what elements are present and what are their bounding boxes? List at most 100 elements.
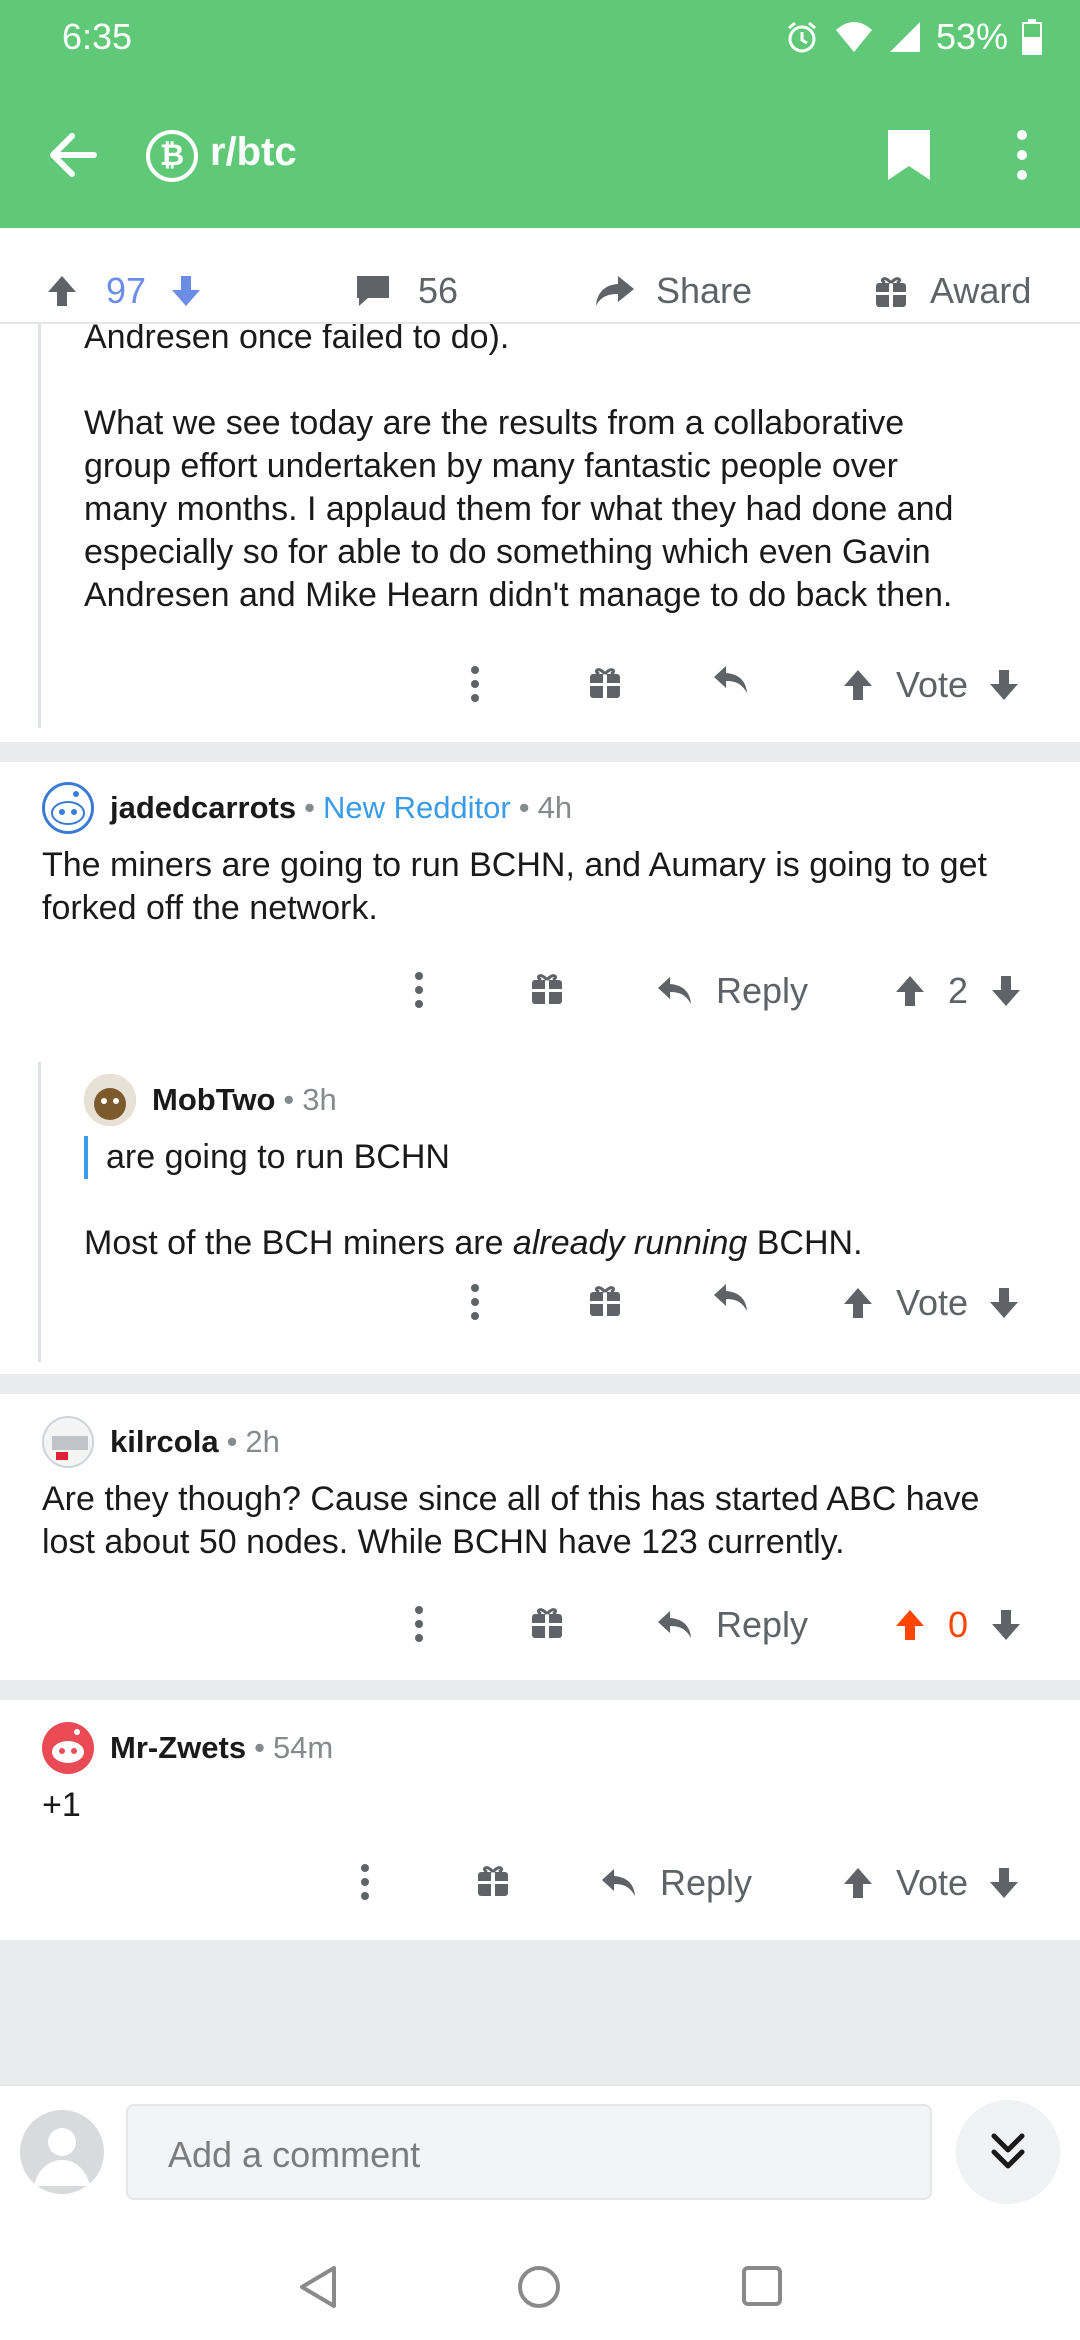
more-options-button[interactable] [358, 1862, 372, 1902]
status-bar: 6:35 53% [0, 0, 1080, 80]
upvote-icon[interactable] [44, 273, 80, 309]
more-options-button[interactable] [1010, 128, 1034, 182]
author-name[interactable]: jadedcarrots [110, 790, 296, 826]
comment-card: Mr-Zwets • 54m +1 Reply Vote [0, 1700, 1080, 1940]
my-avatar[interactable] [20, 2110, 104, 2194]
reply-button[interactable] [712, 664, 750, 696]
signal-icon [888, 20, 922, 54]
add-comment-bar: Add a comment [0, 2084, 1080, 2220]
upvote-icon[interactable] [840, 1865, 876, 1901]
comment-meta: jadedcarrots • New Redditor • 4h [42, 782, 572, 834]
nav-row: ₿ r/btc [0, 110, 1080, 200]
post-score: 97 [106, 270, 147, 311]
nav-back-icon[interactable] [296, 2264, 340, 2310]
comment-time: 4h [537, 790, 573, 825]
comment-vote: 2 [892, 970, 1024, 1012]
more-vertical-icon [471, 666, 479, 702]
quote-block: are going to run BCHN [84, 1136, 1044, 1179]
award-button[interactable] [530, 970, 564, 1006]
comment-vote: Vote [840, 1282, 1022, 1324]
reply-icon [658, 1611, 691, 1638]
downvote-icon[interactable] [986, 1865, 1022, 1901]
reply-icon [602, 1869, 635, 1896]
comment-body: +1 [42, 1786, 81, 1824]
post-action-bar: 97 56 Share Award [0, 228, 1080, 324]
upvote-icon[interactable] [840, 1285, 876, 1321]
comment-score: 2 [948, 970, 969, 1011]
reply-button[interactable] [712, 1282, 750, 1314]
comment-time: 54m [272, 1730, 334, 1765]
user-avatar-icon [84, 1074, 136, 1126]
more-vertical-icon [415, 972, 423, 1008]
comment-meta: MobTwo • 3h [84, 1074, 337, 1126]
author-name[interactable]: Mr-Zwets [110, 1730, 246, 1766]
award-button[interactable] [588, 664, 622, 700]
more-options-button[interactable] [412, 1604, 426, 1644]
vote-label: Vote [896, 1862, 969, 1903]
double-chevron-down-icon [991, 2133, 1025, 2169]
comment-body: are going to run BCHN Most of the BCH mi… [84, 1136, 1044, 1265]
more-options-button[interactable] [412, 970, 426, 1010]
battery-icon [1022, 19, 1042, 55]
reply-label: Reply [716, 1604, 809, 1645]
downvote-icon[interactable] [986, 1285, 1022, 1321]
gift-icon [876, 277, 906, 307]
app-bar: 6:35 53% ₿ r/btc [0, 0, 1080, 228]
downvote-icon[interactable] [988, 1607, 1024, 1643]
award-button[interactable] [476, 1862, 510, 1898]
avatar[interactable] [42, 1722, 94, 1774]
reply-button[interactable]: Reply [600, 1862, 752, 1904]
comment-body: The miners are going to run BCHN, and Au… [42, 846, 987, 927]
comment-time: 3h [302, 1082, 337, 1117]
comments-list: Andresen once failed to do). What we see… [0, 324, 1080, 2084]
reply-icon [658, 977, 691, 1004]
vote-label: Vote [896, 664, 969, 705]
reply-label: Reply [716, 970, 809, 1011]
more-vertical-icon [361, 1864, 369, 1900]
nav-home-icon[interactable] [516, 2264, 562, 2310]
snoo-avatar-icon [51, 791, 85, 825]
nav-recents-icon[interactable] [740, 2264, 784, 2308]
downvote-icon[interactable] [988, 973, 1024, 1009]
reply-text: Most of the BCH miners are already runni… [84, 1224, 863, 1262]
bookmark-icon [888, 130, 930, 180]
comments-button[interactable]: 56 [354, 270, 458, 312]
system-nav-bar [0, 2220, 1080, 2340]
upvote-icon[interactable] [840, 667, 876, 703]
comment-card: Andresen once failed to do). What we see… [0, 324, 1080, 742]
bookmark-button[interactable] [886, 128, 932, 182]
downvote-icon[interactable] [168, 273, 204, 309]
award-button[interactable]: Award [874, 270, 1031, 312]
more-vertical-icon [1017, 130, 1027, 180]
avatar[interactable] [84, 1074, 136, 1126]
back-button[interactable] [44, 126, 102, 184]
comment-card: kilrcola • 2h Are they though? Cause sin… [0, 1394, 1080, 1680]
more-options-button[interactable] [468, 1282, 482, 1322]
more-options-button[interactable] [468, 664, 482, 704]
award-button[interactable] [530, 1604, 564, 1640]
reply-button[interactable]: Reply [656, 1604, 808, 1646]
avatar[interactable] [42, 1416, 94, 1468]
next-comment-button[interactable] [956, 2100, 1060, 2204]
subreddit-name[interactable]: r/btc [210, 130, 297, 175]
author-name[interactable]: kilrcola [110, 1424, 219, 1460]
comment-count: 56 [418, 270, 459, 311]
comment-body: Andresen once failed to do). What we see… [84, 324, 954, 614]
reply-label: Reply [660, 1862, 753, 1903]
award-button[interactable] [588, 1282, 622, 1318]
user-flair: New Redditor [322, 790, 511, 825]
add-comment-input[interactable]: Add a comment [126, 2104, 932, 2200]
comment-actions: Vote [0, 664, 1080, 724]
comment-meta: Mr-Zwets • 54m [42, 1722, 333, 1774]
share-button[interactable]: Share [594, 270, 752, 312]
upvote-icon[interactable] [892, 1607, 928, 1643]
reply-icon [714, 666, 747, 693]
downvote-icon[interactable] [986, 667, 1022, 703]
avatar[interactable] [42, 782, 94, 834]
status-icons: 53% [784, 16, 1042, 58]
upvote-icon[interactable] [892, 973, 928, 1009]
comment-score: 0 [948, 1604, 969, 1645]
gift-icon [532, 974, 562, 1004]
author-name[interactable]: MobTwo [152, 1082, 275, 1118]
reply-button[interactable]: Reply [656, 970, 808, 1012]
